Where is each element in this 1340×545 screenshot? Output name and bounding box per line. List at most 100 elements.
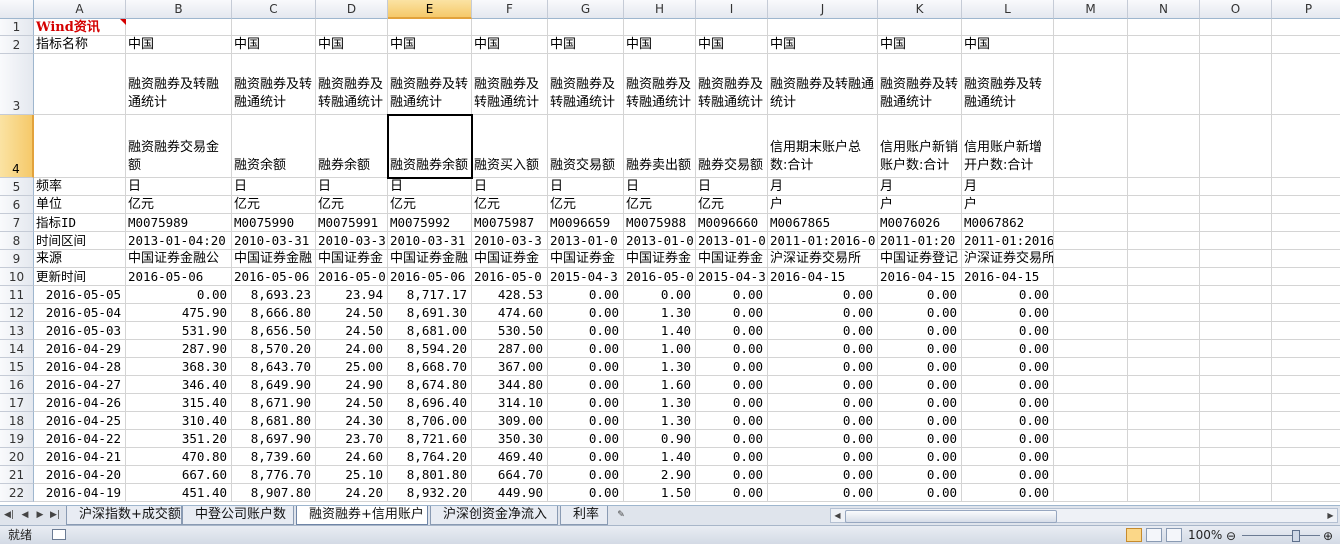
cell-m15[interactable] xyxy=(1054,358,1128,376)
cell-j15[interactable]: 0.00 xyxy=(768,358,878,376)
cell-o11[interactable] xyxy=(1200,286,1272,304)
cell-l21[interactable]: 0.00 xyxy=(962,466,1054,484)
cell-f8[interactable]: 2010-03-3 xyxy=(472,232,548,250)
cell-n5[interactable] xyxy=(1128,178,1200,196)
cell-k3[interactable]: 融资融券及转融通统计 xyxy=(878,54,962,115)
cell-k6[interactable]: 户 xyxy=(878,196,962,214)
cell-c6[interactable]: 亿元 xyxy=(232,196,316,214)
cell-j4[interactable]: 信用期末账户总数:合计 xyxy=(768,115,878,178)
cell-l2[interactable]: 中国 xyxy=(962,36,1054,54)
column-header-f[interactable]: F xyxy=(472,0,548,19)
cell-j16[interactable]: 0.00 xyxy=(768,376,878,394)
cell-c10[interactable]: 2016-05-06 xyxy=(232,268,316,286)
cell-a20[interactable]: 2016-04-21 xyxy=(34,448,126,466)
cell-l7[interactable]: M0067862 xyxy=(962,214,1054,232)
cell-e3[interactable]: 融资融券及转融通统计 xyxy=(388,54,472,115)
sheet-tab-4[interactable]: 沪深创资金净流入 xyxy=(430,506,558,525)
cell-b19[interactable]: 351.20 xyxy=(126,430,232,448)
cell-j22[interactable]: 0.00 xyxy=(768,484,878,502)
cell-o19[interactable] xyxy=(1200,430,1272,448)
cell-b9[interactable]: 中国证券金融公 xyxy=(126,250,232,268)
cell-k13[interactable]: 0.00 xyxy=(878,322,962,340)
cell-i21[interactable]: 0.00 xyxy=(696,466,768,484)
zoom-in-icon[interactable]: ⊕ xyxy=(1323,527,1333,545)
cell-p18[interactable] xyxy=(1272,412,1340,430)
cell-g20[interactable]: 0.00 xyxy=(548,448,624,466)
cell-n16[interactable] xyxy=(1128,376,1200,394)
cell-m5[interactable] xyxy=(1054,178,1128,196)
cell-g19[interactable]: 0.00 xyxy=(548,430,624,448)
cell-l13[interactable]: 0.00 xyxy=(962,322,1054,340)
sheet-tab-1[interactable]: 沪深指数+成交额 xyxy=(66,506,182,525)
cell-g8[interactable]: 2013-01-0 xyxy=(548,232,624,250)
cell-o2[interactable] xyxy=(1200,36,1272,54)
cell-c14[interactable]: 8,570.20 xyxy=(232,340,316,358)
last-sheet-icon[interactable]: ▶| xyxy=(48,508,62,523)
cell-f18[interactable]: 309.00 xyxy=(472,412,548,430)
cell-b13[interactable]: 531.90 xyxy=(126,322,232,340)
cell-e2[interactable]: 中国 xyxy=(388,36,472,54)
cell-d11[interactable]: 23.94 xyxy=(316,286,388,304)
cell-a9[interactable]: 来源 xyxy=(34,250,126,268)
row-header-22[interactable]: 22 xyxy=(0,484,34,502)
cell-h8[interactable]: 2013-01-0 xyxy=(624,232,696,250)
cell-b12[interactable]: 475.90 xyxy=(126,304,232,322)
cell-c12[interactable]: 8,666.80 xyxy=(232,304,316,322)
cell-e6[interactable]: 亿元 xyxy=(388,196,472,214)
cell-f9[interactable]: 中国证券金 xyxy=(472,250,548,268)
cell-p1[interactable] xyxy=(1272,19,1340,36)
cell-l9[interactable]: 沪深证券交易所 xyxy=(962,250,1054,268)
cell-c8[interactable]: 2010-03-31 xyxy=(232,232,316,250)
cell-b21[interactable]: 667.60 xyxy=(126,466,232,484)
cell-i4[interactable]: 融券交易额 xyxy=(696,115,768,178)
sheet-tab-5[interactable]: 利率 xyxy=(560,506,608,525)
cell-b14[interactable]: 287.90 xyxy=(126,340,232,358)
cell-m19[interactable] xyxy=(1054,430,1128,448)
row-header-14[interactable]: 14 xyxy=(0,340,34,358)
row-header-16[interactable]: 16 xyxy=(0,376,34,394)
cell-g4[interactable]: 融资交易额 xyxy=(548,115,624,178)
cell-a1[interactable]: Wind资讯 xyxy=(34,19,126,36)
cell-n21[interactable] xyxy=(1128,466,1200,484)
cell-j7[interactable]: M0067865 xyxy=(768,214,878,232)
cell-e14[interactable]: 8,594.20 xyxy=(388,340,472,358)
cell-b3[interactable]: 融资融券及转融通统计 xyxy=(126,54,232,115)
cell-k17[interactable]: 0.00 xyxy=(878,394,962,412)
cell-n4[interactable] xyxy=(1128,115,1200,178)
column-header-o[interactable]: O xyxy=(1200,0,1272,19)
cell-d1[interactable] xyxy=(316,19,388,36)
cell-l22[interactable]: 0.00 xyxy=(962,484,1054,502)
cell-l8[interactable]: 2011-01:2016-03 xyxy=(962,232,1054,250)
cell-j14[interactable]: 0.00 xyxy=(768,340,878,358)
cell-d18[interactable]: 24.30 xyxy=(316,412,388,430)
cell-a13[interactable]: 2016-05-03 xyxy=(34,322,126,340)
cell-d7[interactable]: M0075991 xyxy=(316,214,388,232)
cell-o13[interactable] xyxy=(1200,322,1272,340)
cell-m12[interactable] xyxy=(1054,304,1128,322)
cell-n10[interactable] xyxy=(1128,268,1200,286)
cell-n20[interactable] xyxy=(1128,448,1200,466)
cell-d14[interactable]: 24.00 xyxy=(316,340,388,358)
cell-m11[interactable] xyxy=(1054,286,1128,304)
cell-l18[interactable]: 0.00 xyxy=(962,412,1054,430)
cell-f1[interactable] xyxy=(472,19,548,36)
cell-m8[interactable] xyxy=(1054,232,1128,250)
cell-h16[interactable]: 1.60 xyxy=(624,376,696,394)
cell-p19[interactable] xyxy=(1272,430,1340,448)
cell-f6[interactable]: 亿元 xyxy=(472,196,548,214)
cell-a8[interactable]: 时间区间 xyxy=(34,232,126,250)
cell-m18[interactable] xyxy=(1054,412,1128,430)
cell-c21[interactable]: 8,776.70 xyxy=(232,466,316,484)
cell-b11[interactable]: 0.00 xyxy=(126,286,232,304)
cell-b17[interactable]: 315.40 xyxy=(126,394,232,412)
cell-n9[interactable] xyxy=(1128,250,1200,268)
cell-e18[interactable]: 8,706.00 xyxy=(388,412,472,430)
cell-e21[interactable]: 8,801.80 xyxy=(388,466,472,484)
cell-c20[interactable]: 8,739.60 xyxy=(232,448,316,466)
column-header-d[interactable]: D xyxy=(316,0,388,19)
cell-a7[interactable]: 指标ID xyxy=(34,214,126,232)
cell-f15[interactable]: 367.00 xyxy=(472,358,548,376)
row-header-18[interactable]: 18 xyxy=(0,412,34,430)
cell-d16[interactable]: 24.90 xyxy=(316,376,388,394)
cell-f7[interactable]: M0075987 xyxy=(472,214,548,232)
